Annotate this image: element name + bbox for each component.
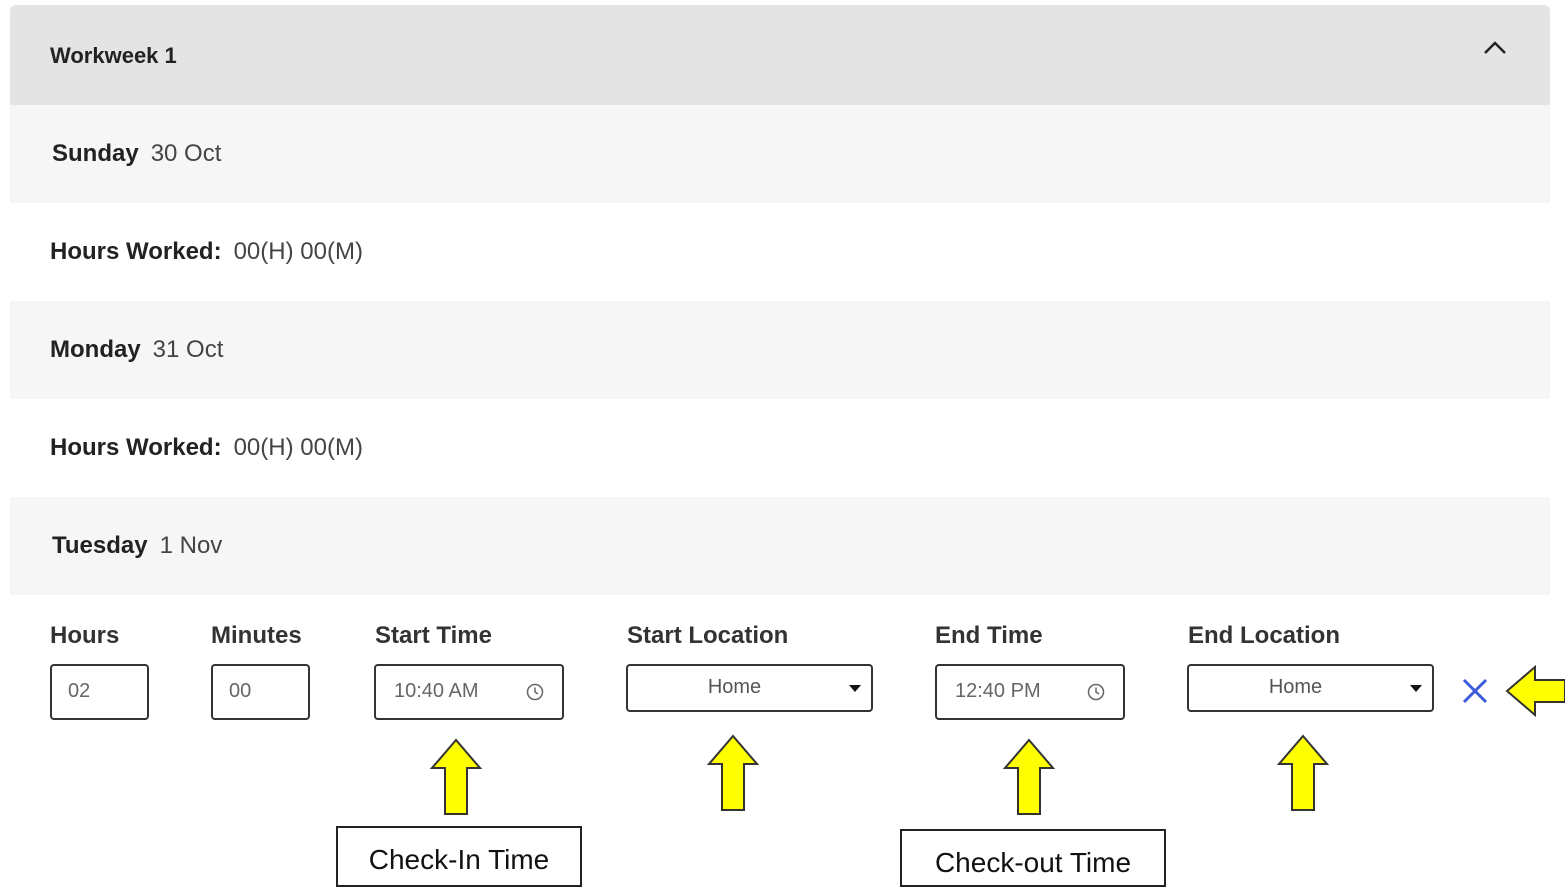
start-time-input[interactable]: 10:40 AM <box>374 664 564 720</box>
dropdown-caret-icon <box>1410 685 1422 692</box>
check-out-callout: Check-out Time <box>900 829 1166 887</box>
start-time-label: Start Time <box>375 622 492 649</box>
end-location-select[interactable]: Home <box>1187 664 1434 712</box>
clock-icon <box>526 683 544 701</box>
day-date: 30 Oct <box>150 140 222 167</box>
end-location-label: End Location <box>1188 622 1340 649</box>
arrow-left-icon <box>1505 665 1565 717</box>
clock-icon <box>1087 683 1105 701</box>
start-location-select[interactable]: Home <box>626 664 873 712</box>
hours-worked-row: Hours Worked: 00(H) 00(M) <box>10 399 1550 497</box>
arrow-up-icon <box>707 734 759 811</box>
arrow-up-icon <box>1003 738 1055 815</box>
minutes-label: Minutes <box>211 622 302 649</box>
hours-input[interactable]: 02 <box>50 664 149 720</box>
hours-worked-value: 00(H) 00(M) <box>233 434 363 461</box>
end-time-input[interactable]: 12:40 PM <box>935 664 1125 720</box>
minutes-input[interactable]: 00 <box>211 664 310 720</box>
start-location-value: Home <box>707 676 762 698</box>
hours-worked-value: 00(H) 00(M) <box>233 238 363 265</box>
hours-worked-label: Hours Worked: <box>50 434 222 461</box>
day-date: 31 Oct <box>152 336 224 363</box>
minutes-value: 00 <box>229 680 252 702</box>
day-name: Monday <box>50 336 141 363</box>
start-time-value: 10:40 AM <box>394 680 479 702</box>
day-name: Tuesday <box>52 532 148 559</box>
day-date: 1 Nov <box>159 532 223 559</box>
start-location-label: Start Location <box>627 622 789 649</box>
end-location-value: Home <box>1268 676 1323 698</box>
hours-worked-row: Hours Worked: 00(H) 00(M) <box>10 203 1550 301</box>
hours-value: 02 <box>68 680 91 702</box>
arrow-up-icon <box>1277 734 1329 811</box>
close-icon[interactable] <box>1460 676 1490 706</box>
day-row-sunday: Sunday 30 Oct <box>10 105 1550 203</box>
dropdown-caret-icon <box>849 685 861 692</box>
check-in-callout: Check-In Time <box>336 826 582 887</box>
workweek-header[interactable]: Workweek 1 <box>10 5 1550 105</box>
chevron-up-icon[interactable] <box>1480 33 1510 63</box>
hours-label: Hours <box>50 622 120 649</box>
day-row-monday: Monday 31 Oct <box>10 301 1550 399</box>
day-name: Sunday <box>52 140 139 167</box>
hours-worked-label: Hours Worked: <box>50 238 222 265</box>
day-row-tuesday: Tuesday 1 Nov <box>10 497 1550 595</box>
end-time-value: 12:40 PM <box>955 680 1041 702</box>
arrow-up-icon <box>430 738 482 815</box>
end-time-label: End Time <box>935 622 1043 649</box>
workweek-title: Workweek 1 <box>50 43 177 68</box>
